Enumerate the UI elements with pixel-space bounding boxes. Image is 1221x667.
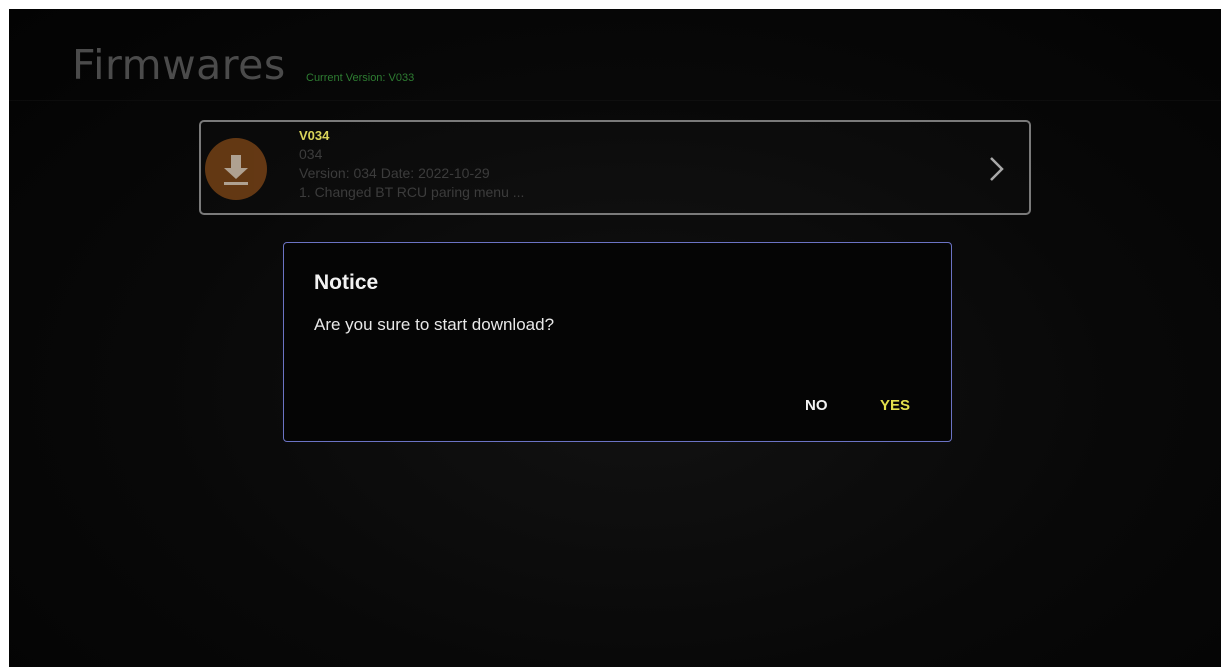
notice-dialog: Notice Are you sure to start download? N…	[283, 242, 952, 442]
header-divider	[9, 100, 1221, 101]
dialog-message: Are you sure to start download?	[314, 315, 555, 334]
firmware-code: 034	[299, 146, 323, 162]
yes-button[interactable]: YES	[880, 398, 910, 413]
tv-screen: Firmwares Current Version: V033 V034 034…	[9, 9, 1221, 667]
firmware-changelog: 1. Changed BT RCU paring menu ...	[299, 184, 525, 200]
firmware-list-item[interactable]: V034 034 Version: 034 Date: 2022-10-29 1…	[199, 120, 1031, 215]
page-title: Firmwares	[72, 41, 286, 89]
dialog-title: Notice	[314, 271, 379, 294]
firmware-version-date: Version: 034 Date: 2022-10-29	[299, 165, 490, 181]
chevron-right-icon	[985, 154, 1009, 184]
download-icon	[205, 138, 267, 200]
no-button[interactable]: NO	[805, 398, 828, 413]
firmware-name: V034	[299, 128, 330, 143]
current-version-label: Current Version: V033	[306, 72, 415, 84]
